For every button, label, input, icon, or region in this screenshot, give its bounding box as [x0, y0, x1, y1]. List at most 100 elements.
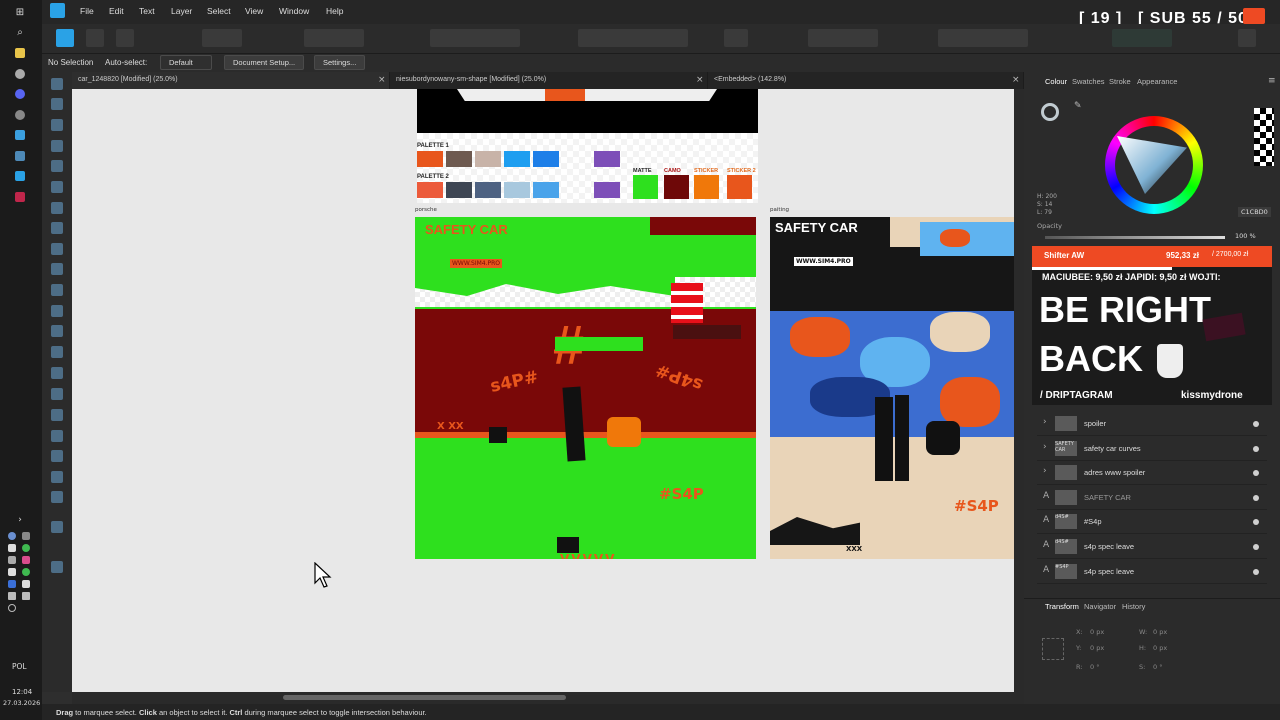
- palette-1-swatch[interactable]: [446, 151, 472, 167]
- visibility-toggle[interactable]: [1253, 421, 1259, 427]
- affinity-designer-icon[interactable]: [13, 169, 27, 183]
- document-setup-button[interactable]: Document Setup...: [224, 55, 305, 70]
- visibility-toggle[interactable]: [1253, 544, 1259, 550]
- matte-swatch[interactable]: [633, 175, 658, 199]
- canvas[interactable]: PALETTE 1 PALETTE 2 MATTE CAMO STICKER S…: [72, 89, 1014, 692]
- clock-time[interactable]: 12:04: [12, 688, 32, 696]
- visibility-toggle[interactable]: [1253, 470, 1259, 477]
- tab-transform[interactable]: Transform: [1045, 602, 1079, 611]
- snap-icons[interactable]: [304, 29, 364, 47]
- palette-1-swatch[interactable]: [475, 151, 501, 167]
- sticker-swatch[interactable]: [694, 175, 719, 199]
- tool-icon[interactable]: [51, 409, 63, 421]
- layer-row[interactable]: › SAFETY CAR safety car curves: [1037, 437, 1267, 461]
- paiting-artboard[interactable]: SAFETY CAR WWW.SIM4.PRO #S4P XXX: [770, 217, 1014, 559]
- palette-2-swatch[interactable]: [446, 182, 472, 198]
- discord-icon[interactable]: [13, 87, 27, 101]
- menu-window[interactable]: Window: [279, 6, 309, 16]
- tool-icon[interactable]: [51, 491, 63, 503]
- opacity-value[interactable]: 100 %: [1235, 232, 1256, 240]
- panel-menu-icon[interactable]: ≡: [1268, 76, 1276, 86]
- tool-icon[interactable]: [51, 181, 63, 193]
- tool-icon[interactable]: [51, 263, 63, 275]
- tab-shape[interactable]: niesubordynowany-sm-shape [Modified] (25…: [390, 72, 708, 89]
- tool-icon[interactable]: [51, 367, 63, 379]
- close-tab-icon[interactable]: ×: [1012, 75, 1020, 85]
- hex-field[interactable]: C1CBD0: [1238, 207, 1271, 217]
- palette-1-swatch[interactable]: [504, 151, 530, 167]
- windows-start-icon[interactable]: ⊞: [13, 5, 27, 19]
- tool-icon[interactable]: [51, 388, 63, 400]
- layer-row[interactable]: Ad4S# s4p spec leave: [1037, 535, 1267, 559]
- transform-y-field[interactable]: 0 px: [1090, 644, 1104, 652]
- close-tab-icon[interactable]: ×: [696, 75, 704, 85]
- visibility-toggle[interactable]: [1253, 568, 1259, 575]
- vertical-scrollbar[interactable]: [1014, 89, 1024, 692]
- autoselect-dropdown[interactable]: Default: [160, 55, 212, 70]
- palette-2-swatch[interactable]: [594, 182, 620, 198]
- sticker2-swatch[interactable]: [727, 175, 752, 199]
- app-icon[interactable]: [13, 190, 27, 204]
- tab-navigator[interactable]: Navigator: [1084, 602, 1116, 611]
- tab-appearance[interactable]: Appearance: [1137, 77, 1177, 86]
- palette-1-swatch[interactable]: [594, 151, 620, 167]
- horizontal-scroll-thumb[interactable]: [283, 695, 566, 700]
- colour-wheel[interactable]: [1105, 116, 1203, 214]
- palette-1-swatch[interactable]: [533, 151, 559, 167]
- tab-embedded[interactable]: <Embedded> (142.8%): [708, 72, 1024, 89]
- palette-2-swatch[interactable]: [417, 182, 443, 198]
- palette-2-swatch[interactable]: [533, 182, 559, 198]
- browser-icon[interactable]: [13, 108, 27, 122]
- tool-icon[interactable]: [51, 140, 63, 152]
- tool-icon[interactable]: [51, 284, 63, 296]
- layers-footer-icons[interactable]: [1037, 583, 1267, 593]
- palette-2-swatch[interactable]: [475, 182, 501, 198]
- menu-edit[interactable]: Edit: [109, 6, 124, 16]
- transform-x-field[interactable]: 0 px: [1090, 628, 1104, 636]
- visibility-toggle[interactable]: [1253, 494, 1259, 501]
- autoselect-label[interactable]: Auto-select:: [105, 58, 147, 67]
- anchor-selector[interactable]: [1042, 638, 1064, 660]
- opacity-slider[interactable]: [1045, 236, 1225, 239]
- tool-icon[interactable]: [51, 160, 63, 172]
- snapping-icons[interactable]: [808, 29, 878, 47]
- layer-row[interactable]: › adres www spoiler: [1037, 461, 1267, 486]
- designer-persona-icon[interactable]: [56, 29, 74, 47]
- palette-2-swatch[interactable]: [504, 182, 530, 198]
- app-icon[interactable]: [13, 149, 27, 163]
- transform-s-field[interactable]: 0 °: [1153, 663, 1162, 671]
- app-icon[interactable]: [13, 128, 27, 142]
- tool-icon[interactable]: [51, 119, 63, 131]
- export-persona-icon[interactable]: [116, 29, 134, 47]
- eyedropper-icon[interactable]: ✎: [1074, 101, 1082, 111]
- visibility-toggle[interactable]: [1253, 445, 1259, 452]
- transform-icons[interactable]: [938, 29, 1028, 47]
- tool-icon[interactable]: [51, 78, 63, 90]
- pen-options-icon[interactable]: [202, 29, 242, 47]
- camo-swatch[interactable]: [664, 175, 689, 199]
- close-tab-icon[interactable]: ×: [378, 75, 386, 85]
- layer-row[interactable]: Ad4S# #S4p: [1037, 510, 1267, 535]
- transform-r-field[interactable]: 0 °: [1090, 663, 1099, 671]
- settings-button[interactable]: Settings...: [314, 55, 366, 70]
- transform-h-field[interactable]: 0 px: [1153, 644, 1167, 652]
- boolean-icons[interactable]: [430, 29, 520, 47]
- tool-icon[interactable]: [51, 430, 63, 442]
- visibility-toggle[interactable]: [1253, 519, 1259, 526]
- clock-date[interactable]: 27.03.2026: [3, 699, 40, 707]
- tool-icon[interactable]: [51, 305, 63, 317]
- tab-history[interactable]: History: [1122, 602, 1145, 611]
- layer-row[interactable]: › spoiler: [1037, 412, 1267, 436]
- menu-help[interactable]: Help: [326, 6, 343, 16]
- app-icon[interactable]: [13, 67, 27, 81]
- tab-colour[interactable]: Colour: [1045, 77, 1067, 86]
- menu-layer[interactable]: Layer: [171, 6, 192, 16]
- search-icon[interactable]: ⌕: [13, 25, 27, 39]
- tab-stroke[interactable]: Stroke: [1109, 77, 1131, 86]
- tool-icon[interactable]: [51, 222, 63, 234]
- tool-icon[interactable]: [51, 325, 63, 337]
- tool-icon[interactable]: [51, 202, 63, 214]
- account-icon[interactable]: [1238, 29, 1256, 47]
- align-icon[interactable]: [724, 29, 748, 47]
- tool-icon[interactable]: [51, 471, 63, 483]
